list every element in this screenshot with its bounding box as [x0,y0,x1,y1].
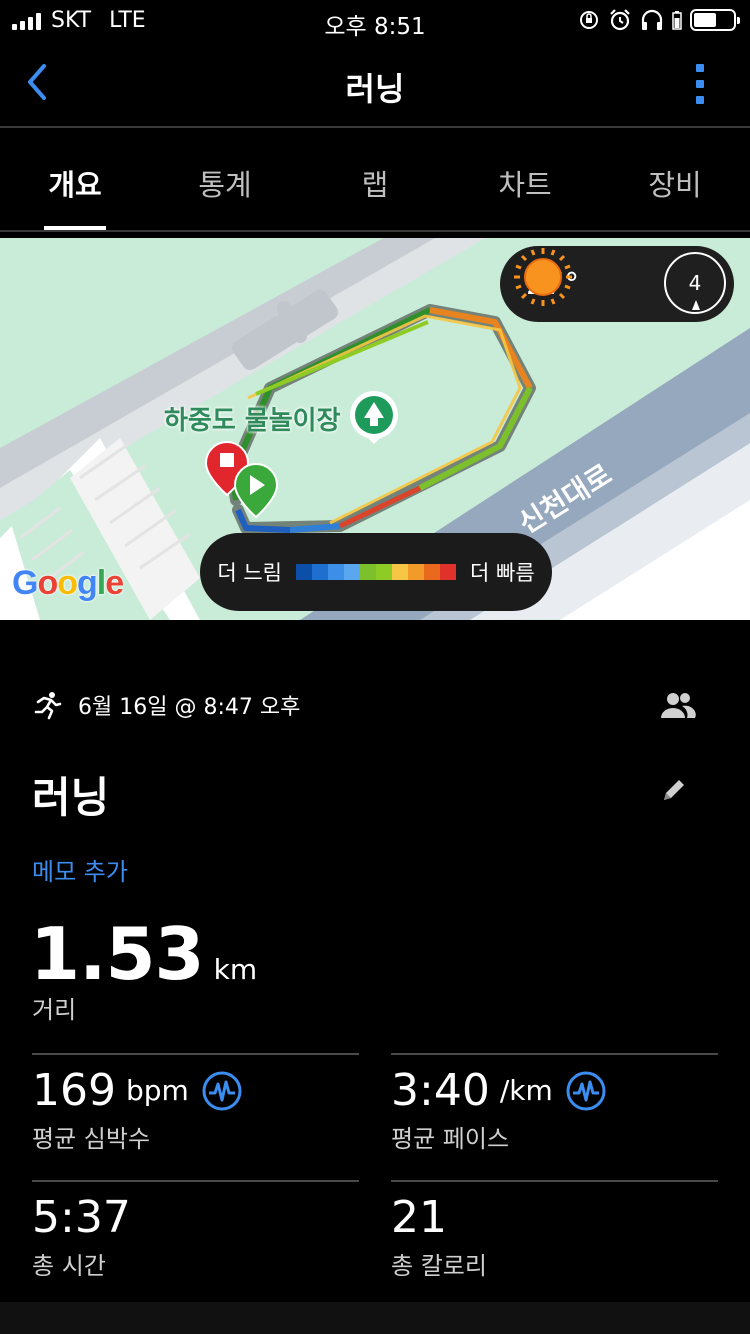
wind-direction-icon [692,300,700,310]
more-dot-icon [696,96,704,104]
pace-color-swatch [424,564,440,580]
bottom-bar [0,1302,750,1334]
tab-charts[interactable]: 차트 [450,130,600,230]
poi-label: 하중도 물놀이장 [164,406,341,436]
pace-color-swatch [296,564,312,580]
weather-badge: 27° 4 [500,246,734,322]
page-title: 러닝 [345,70,405,108]
stat-value: 3:40 [391,1065,490,1116]
wind-speed: 4 [688,271,702,295]
tab-stats[interactable]: 통계 [150,130,300,230]
activity-meta: 6월 16일 @ 8:47 오후 [32,690,722,720]
distance-label: 거리 [32,996,77,1024]
stat-value: 5:37 [32,1192,131,1243]
pace-color-swatch [376,564,392,580]
pace-color-swatch [440,564,456,580]
stat-total-time: 5:37 총 시간 [32,1180,359,1300]
distance-value: 1.53 km [30,912,257,996]
stat-label: 총 칼로리 [391,1252,487,1280]
tab-laps[interactable]: 랩 [300,130,450,230]
route-map[interactable]: 하중도 물놀이장 신천대로 27° 4 Google 더 느림 더 빠름 [0,238,750,620]
stat-label: 평균 페이스 [391,1125,510,1153]
legend-faster-label: 더 빠름 [470,561,535,585]
pace-legend: 더 느림 더 빠름 [200,533,552,611]
pace-color-swatch [392,564,408,580]
stat-avg-heart-rate: 169 bpm 평균 심박수 [32,1053,359,1178]
rotation-lock-icon [580,11,598,29]
stat-avg-pace: 3:40 /km 평균 페이스 [391,1053,718,1178]
stat-value: 21 [391,1192,447,1243]
more-dot-icon [696,64,704,72]
tab-overview[interactable]: 개요 [0,130,150,230]
legend-slower-label: 더 느림 [217,561,282,585]
sun-icon [514,248,572,306]
stat-unit: bpm [125,1074,189,1107]
distance-unit: km [213,953,258,986]
tab-gear[interactable]: 장비 [600,130,750,230]
people-icon[interactable] [660,690,696,720]
pace-color-swatch [312,564,328,580]
alarm-icon [610,9,630,31]
heart-rate-icon[interactable] [201,1070,243,1112]
battery-small-icon [672,11,682,30]
stat-label: 평균 심박수 [32,1125,151,1153]
distance-number: 1.53 [30,912,205,996]
pace-color-swatch [328,564,344,580]
pace-icon[interactable] [565,1070,607,1112]
pace-color-scale [296,564,456,580]
edit-pencil-icon[interactable] [660,776,688,804]
status-bar: SKT LTE 오후 8:51 [0,0,750,42]
google-logo: Google [12,564,124,602]
more-dot-icon [696,80,704,88]
add-memo-link[interactable]: 메모 추가 [32,852,128,887]
pace-color-swatch [344,564,360,580]
pace-color-swatch [360,564,376,580]
activity-title: 러닝 [32,773,110,822]
headphones-icon [641,9,663,30]
stat-label: 총 시간 [32,1252,106,1280]
stat-value: 169 [32,1065,116,1116]
running-icon [34,692,62,720]
battery-icon [690,9,740,31]
wind-indicator: 4 [664,252,726,314]
more-options-button[interactable] [694,64,706,104]
stat-total-calories: 21 총 칼로리 [391,1180,718,1300]
stat-unit: /km [499,1074,553,1107]
tab-bar: 개요 통계 랩 차트 장비 [0,130,750,232]
activity-date: 6월 16일 @ 8:47 오후 [78,695,301,720]
navigation-bar: 러닝 [0,42,750,128]
pace-color-swatch [408,564,424,580]
